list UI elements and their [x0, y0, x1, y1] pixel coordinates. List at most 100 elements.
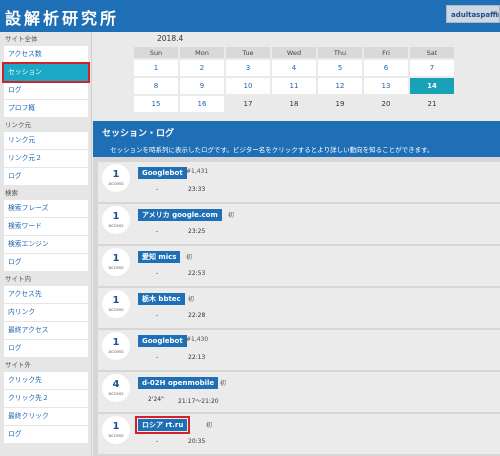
panel-header: セッション・ログ セッションを時系列に表示したログです。ビジター名をクリックする… — [93, 121, 500, 157]
visitor-tag: 初 — [186, 254, 193, 261]
sidebar-item-internal-log[interactable]: ログ — [4, 340, 88, 357]
visitor-tag: #1,430 — [186, 336, 209, 343]
calendar-month: 2018.4 — [157, 34, 184, 43]
sidebar-item-search-engine[interactable]: 検索エンジン — [4, 236, 88, 253]
visitor-tag: 初 — [188, 296, 195, 303]
access-count: 1 access — [102, 416, 130, 444]
calendar-day[interactable]: 5 — [318, 60, 362, 76]
weekday-sun: Sun — [134, 47, 178, 58]
session-log-panel: セッション・ログ セッションを時系列に表示したログです。ビジター名をクリックする… — [93, 121, 500, 456]
calendar-day[interactable]: 6 — [364, 60, 408, 76]
access-count: 1 access — [102, 290, 130, 318]
sidebar: サイト全体 アクセス数 セッション ログ プロフ概 リンク元 リンク元 リンク元… — [0, 32, 92, 456]
visitor-link[interactable]: ロシア rt.ru — [134, 416, 191, 434]
sidebar-head-referrer: リンク元 — [5, 121, 31, 129]
calendar-day[interactable]: 3 — [226, 60, 270, 76]
sidebar-item-internal-link[interactable]: 内リンク — [4, 304, 88, 321]
site-logo[interactable]: 設解析研究所 — [5, 5, 119, 29]
weekday-wed: Wed — [272, 47, 316, 58]
sidebar-item-session[interactable]: セッション — [2, 62, 90, 83]
session-entry: 1 access ロシア rt.ru 初 - 20:35 — [98, 414, 500, 454]
session-time: 22:53 — [188, 270, 206, 277]
session-time: 23:33 — [188, 186, 206, 193]
sidebar-item-referrer[interactable]: リンク元 — [4, 132, 88, 149]
sidebar-item-search-word[interactable]: 検索ワード — [4, 218, 88, 235]
calendar-day-future: 20 — [364, 96, 408, 112]
visitor-link[interactable]: Googlebot — [138, 335, 187, 347]
session-entry: 1 access Googlebot #1,431 - 23:33 — [98, 162, 500, 202]
header: 設解析研究所 adultaspaffiri — [0, 0, 500, 32]
weekday-thu: Thu — [318, 47, 362, 58]
sidebar-item-search-log[interactable]: ログ — [4, 254, 88, 271]
visitor-tag: 初 — [228, 212, 235, 219]
calendar: Sun Mon Tue Wed Thu Fri Sat 1 2 3 4 5 6 … — [132, 45, 456, 114]
sidebar-head-internal: サイト内 — [5, 275, 31, 283]
access-count: 1 access — [102, 206, 130, 234]
sidebar-item-referrer-log[interactable]: ログ — [4, 168, 88, 185]
weekday-mon: Mon — [180, 47, 224, 58]
session-entry: 4 access d-02H openmobile 初 2'24" 21:17～2… — [98, 372, 500, 412]
sidebar-head-site: サイト全体 — [5, 35, 38, 43]
panel-description: セッションを時系列に表示したログです。ビジター名をクリックするとより詳しい動向を… — [110, 146, 434, 154]
calendar-day[interactable]: 9 — [180, 78, 224, 94]
session-duration: 2'24" — [148, 396, 164, 403]
calendar-day[interactable]: 2 — [180, 60, 224, 76]
session-time: 22:28 — [188, 312, 206, 319]
visitor-link[interactable]: 栃木 bbtec — [138, 293, 185, 305]
sidebar-item-access-target[interactable]: アクセス先 — [4, 286, 88, 303]
session-duration: - — [156, 354, 159, 361]
sidebar-item-external-log[interactable]: ログ — [4, 426, 88, 443]
session-time: 21:17～21:20 — [178, 398, 219, 405]
sidebar-item-click-target-2[interactable]: クリック先２ — [4, 390, 88, 407]
visitor-link[interactable]: Googlebot — [138, 167, 187, 179]
user-badge[interactable]: adultaspaffiri — [446, 5, 500, 23]
calendar-day-today[interactable]: 14 — [410, 78, 454, 94]
session-time: 22:13 — [188, 354, 206, 361]
sidebar-item-last-click[interactable]: 最終クリック — [4, 408, 88, 425]
visitor-tag: #1,431 — [186, 168, 209, 175]
sidebar-item-referrer-2[interactable]: リンク元２ — [4, 150, 88, 167]
calendar-day[interactable]: 16 — [180, 96, 224, 112]
calendar-day[interactable]: 15 — [134, 96, 178, 112]
session-duration: - — [156, 438, 159, 445]
session-duration: - — [156, 228, 159, 235]
panel-title: セッション・ログ — [102, 129, 175, 139]
calendar-day-future: 21 — [410, 96, 454, 112]
calendar-day[interactable]: 10 — [226, 78, 270, 94]
session-entry: 1 access Googlebot #1,430 - 22:13 — [98, 330, 500, 370]
visitor-tag: 初 — [206, 422, 213, 429]
calendar-day[interactable]: 11 — [272, 78, 316, 94]
sidebar-item-profile[interactable]: プロフ概 — [4, 100, 88, 117]
calendar-day[interactable]: 7 — [410, 60, 454, 76]
access-count: 1 access — [102, 332, 130, 360]
session-entry: 1 access 愛知 mics 初 - 22:53 — [98, 246, 500, 286]
session-time: 23:25 — [188, 228, 206, 235]
visitor-link[interactable]: アメリカ google.com — [138, 209, 222, 221]
access-count: 1 access — [102, 248, 130, 276]
calendar-day-future: 19 — [318, 96, 362, 112]
weekday-tue: Tue — [226, 47, 270, 58]
session-time: 20:35 — [188, 438, 206, 445]
session-duration: - — [156, 186, 159, 193]
sidebar-head-search: 検索 — [5, 189, 18, 197]
sidebar-item-log[interactable]: ログ — [4, 82, 88, 99]
calendar-day-future: 18 — [272, 96, 316, 112]
sidebar-item-click-target[interactable]: クリック先 — [4, 372, 88, 389]
sidebar-item-search-phrase[interactable]: 検索フレーズ — [4, 200, 88, 217]
calendar-day[interactable]: 13 — [364, 78, 408, 94]
visitor-link[interactable]: d-02H openmobile — [138, 377, 219, 389]
calendar-day[interactable]: 4 — [272, 60, 316, 76]
calendar-day[interactable]: 1 — [134, 60, 178, 76]
sidebar-item-last-access[interactable]: 最終アクセス — [4, 322, 88, 339]
session-duration: - — [156, 312, 159, 319]
weekday-sat: Sat — [410, 47, 454, 58]
weekday-fri: Fri — [364, 47, 408, 58]
visitor-link[interactable]: 愛知 mics — [138, 251, 181, 263]
session-duration: - — [156, 270, 159, 277]
session-entry: 1 access 栃木 bbtec 初 - 22:28 — [98, 288, 500, 328]
calendar-day[interactable]: 8 — [134, 78, 178, 94]
sidebar-item-access-count[interactable]: アクセス数 — [4, 46, 88, 63]
sidebar-head-external: サイト外 — [5, 361, 31, 369]
access-count: 1 access — [102, 164, 130, 192]
calendar-day[interactable]: 12 — [318, 78, 362, 94]
